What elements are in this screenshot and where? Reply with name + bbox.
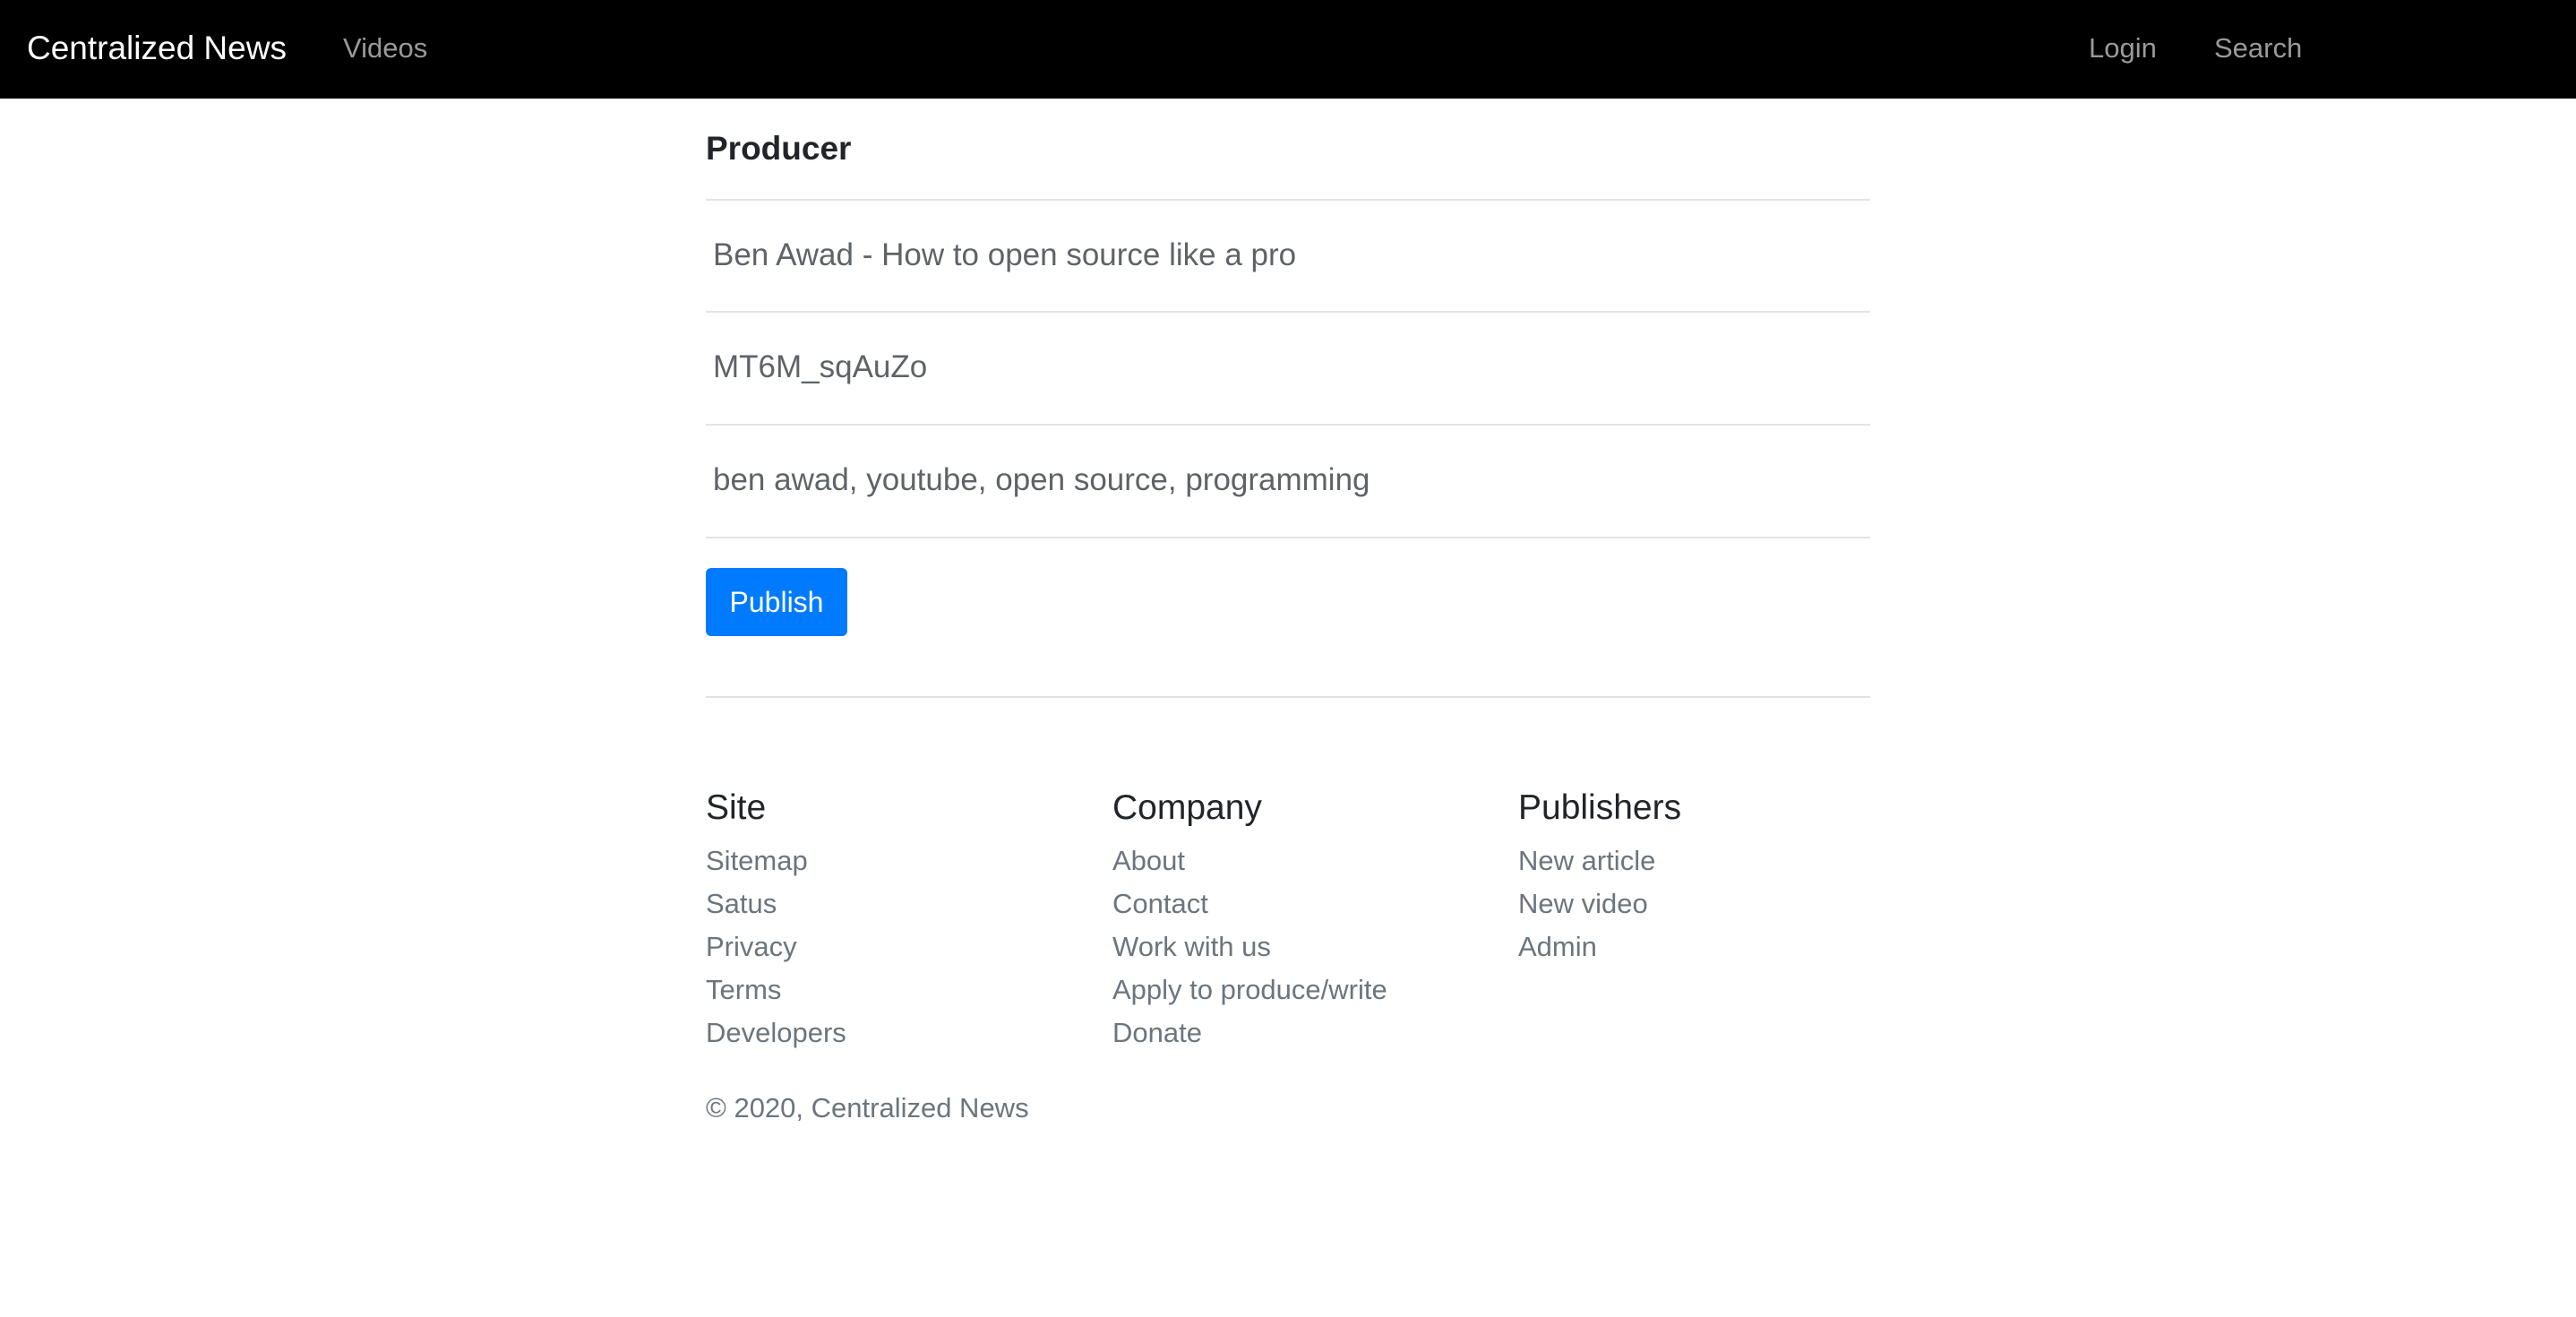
video-title-input[interactable]: [706, 201, 1870, 310]
footer-link-sitemap[interactable]: Sitemap: [706, 845, 808, 876]
divider: [706, 537, 1870, 538]
nav-link-search[interactable]: Search: [2214, 27, 2302, 70]
nav-link-videos[interactable]: Videos: [343, 27, 427, 70]
footer-links-publishers: New article New video Admin: [1518, 839, 1681, 968]
footer-link-privacy[interactable]: Privacy: [706, 931, 797, 962]
footer-link-new-video[interactable]: New video: [1518, 888, 1648, 919]
footer-link-about[interactable]: About: [1112, 845, 1185, 876]
copyright-text: © 2020, Centralized News: [706, 1092, 1029, 1123]
footer-link-contact[interactable]: Contact: [1112, 888, 1208, 919]
brand-link[interactable]: Centralized News: [27, 25, 287, 72]
footer-column-publishers: Publishers New article New video Admin: [1518, 784, 1681, 968]
footer-link-donate[interactable]: Donate: [1112, 1017, 1202, 1048]
publish-button[interactable]: Publish: [706, 568, 847, 636]
footer-links-site: Sitemap Satus Privacy Terms Developers: [706, 839, 846, 1054]
section-title: Producer: [706, 130, 852, 167]
footer-link-developers[interactable]: Developers: [706, 1017, 846, 1048]
footer-heading-publishers: Publishers: [1518, 788, 1682, 827]
footer-column-company: Company About Contact Work with us Apply…: [1112, 784, 1387, 1054]
footer-link-apply[interactable]: Apply to produce/write: [1112, 974, 1387, 1005]
video-id-input[interactable]: [706, 313, 1870, 422]
footer-link-terms[interactable]: Terms: [706, 974, 781, 1005]
footer-link-status[interactable]: Satus: [706, 888, 777, 919]
top-navbar: Centralized News Videos Login Search: [0, 0, 2576, 99]
footer-link-admin[interactable]: Admin: [1518, 931, 1597, 962]
footer-heading-site: Site: [706, 788, 767, 827]
footer-link-new-article[interactable]: New article: [1518, 845, 1655, 876]
tags-input[interactable]: [706, 426, 1870, 535]
footer-divider: [706, 696, 1870, 698]
footer-column-site: Site Sitemap Satus Privacy Terms Develop…: [706, 784, 846, 1054]
footer-links-company: About Contact Work with us Apply to prod…: [1112, 839, 1387, 1054]
footer-heading-company: Company: [1112, 788, 1262, 827]
footer-link-work-with-us[interactable]: Work with us: [1112, 931, 1271, 962]
nav-link-login[interactable]: Login: [2089, 27, 2157, 70]
